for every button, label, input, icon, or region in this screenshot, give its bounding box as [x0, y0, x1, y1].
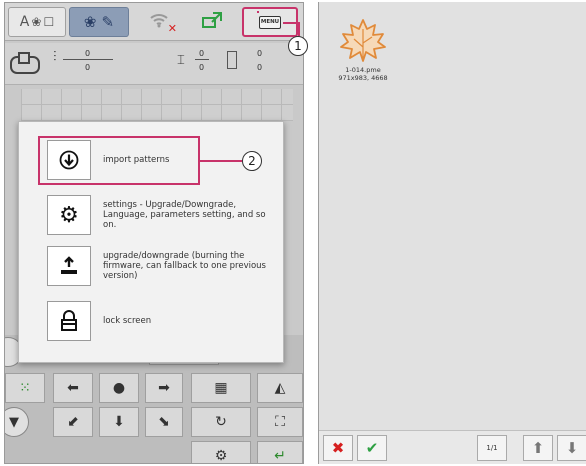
resize-button[interactable]: ⛶: [257, 407, 303, 437]
enter-icon: ↵: [274, 448, 286, 464]
embroidery-mode-button[interactable]: ❀ ✎: [69, 7, 129, 37]
page-indicator: 1/1: [477, 435, 507, 461]
frame-icon: ☐: [43, 15, 55, 29]
spool-divider: [195, 59, 209, 60]
spool-bottom-value: 0: [199, 63, 205, 72]
needle-top-value: 0: [85, 49, 91, 58]
rotate-button[interactable]: ↻: [191, 407, 251, 437]
enter-button[interactable]: ↵: [257, 441, 303, 464]
menu-item-label: settings - Upgrade/Downgrade, Language, …: [103, 200, 266, 230]
gear-icon: ⚙: [47, 195, 91, 235]
cancel-button[interactable]: ✖: [323, 435, 353, 461]
needle-divider: [63, 59, 113, 60]
menu-item-label: lock screen: [103, 316, 152, 326]
menu-icon: MENU: [259, 15, 281, 29]
arrow-down-left-icon: ⬋: [67, 414, 79, 430]
file-browser-screen: 1-014.pme 971x983, 4668 ✖ ✔ 1/1 ⬆ ⬇: [318, 2, 586, 464]
wifi-icon: ✕: [149, 12, 177, 35]
pattern-file-tile[interactable]: 1-014.pme 971x983, 4668: [335, 14, 391, 82]
machine-screen: A ❀ ☐ ❀ ✎ ✕ MENU ⫶ 0 0 ⌶ 0 0 0 0 ⁙ ⬅ ● ➡…: [4, 2, 304, 464]
maple-leaf-icon: [335, 14, 391, 66]
upload-icon: [47, 246, 91, 286]
flower-icon: ❀: [83, 13, 97, 31]
callout-2: 2: [242, 151, 262, 171]
transfer-button[interactable]: [189, 7, 235, 37]
arrow-down-icon: ⬇: [113, 414, 125, 430]
transfer-icon: [201, 11, 223, 33]
bobbin-icon: [227, 51, 237, 69]
presser-foot-icon: [9, 51, 43, 79]
menu-item-label: upgrade/downgrade (burning the firmware,…: [103, 251, 266, 281]
menu-item-upgrade-downgrade[interactable]: upgrade/downgrade (burning the firmware,…: [47, 246, 277, 286]
needle-icon: ⫶: [53, 49, 57, 65]
lock-icon: [47, 301, 91, 341]
arrow-up-icon: ⬆: [531, 439, 545, 457]
menu-item-lock-screen[interactable]: lock screen: [47, 301, 277, 341]
callout-1: 1: [288, 36, 308, 56]
menu-item-label: import patterns: [103, 155, 170, 165]
callout-1-connector-start: [257, 11, 259, 13]
file-gear-icon: ⚙: [214, 448, 228, 464]
flower-icon: ❀: [31, 15, 42, 29]
color-palette-button[interactable]: ▦: [191, 373, 251, 403]
resize-icon: ⛶: [275, 414, 285, 430]
confirm-button[interactable]: ✔: [357, 435, 387, 461]
color-grid-icon: ▦: [214, 380, 228, 396]
settings-file-button[interactable]: ⚙: [191, 441, 251, 464]
right-bottom-value: 0: [257, 63, 263, 72]
dot-icon: ●: [112, 380, 126, 396]
center-button[interactable]: ●: [99, 373, 139, 403]
right-top-value: 0: [257, 49, 263, 58]
mirror-icon: ◭: [274, 380, 286, 396]
hoop-grid: [21, 89, 293, 121]
rotate-icon: ↻: [215, 414, 227, 430]
pattern-file-name: 1-014.pme: [345, 66, 381, 74]
letter-a-icon: A: [19, 14, 30, 30]
page-up-button[interactable]: ⬆: [523, 435, 553, 461]
callout-1-line-v: [298, 22, 300, 36]
menu-item-settings[interactable]: ⚙ settings - Upgrade/Downgrade, Language…: [47, 195, 277, 235]
chevron-down-icon: ▼: [9, 414, 19, 430]
mirror-button[interactable]: ◭: [257, 373, 303, 403]
down-round-button[interactable]: ▼: [5, 407, 29, 437]
spool-icon: ⌶: [177, 53, 185, 68]
grid-dots-icon: ⁙: [19, 380, 31, 396]
grid-dots-button[interactable]: ⁙: [5, 373, 45, 403]
top-toolbar: A ❀ ☐ ❀ ✎ ✕ MENU: [5, 3, 303, 41]
download-circle-icon: [47, 140, 91, 180]
pattern-file-details: 971x983, 4668: [338, 74, 388, 82]
move-left-button[interactable]: ⬅: [53, 373, 93, 403]
move-down-button[interactable]: ⬇: [99, 407, 139, 437]
arrow-right-icon: ➡: [158, 380, 170, 396]
page-down-button[interactable]: ⬇: [557, 435, 586, 461]
wifi-status-button[interactable]: ✕: [137, 7, 181, 37]
arrow-left-icon: ⬅: [67, 380, 79, 396]
checkmark-icon: ✔: [365, 439, 379, 457]
move-right-button[interactable]: ➡: [145, 373, 183, 403]
move-down-right-button[interactable]: ⬊: [145, 407, 183, 437]
callout-2-line: [200, 160, 242, 162]
status-row: ⫶ 0 0 ⌶ 0 0 0 0: [5, 43, 303, 85]
pencil-icon: ✎: [101, 13, 115, 31]
disconnected-icon: ✕: [167, 22, 177, 35]
mode-selector-button[interactable]: A ❀ ☐: [8, 7, 66, 37]
arrow-down-icon: ⬇: [565, 439, 579, 457]
file-browser-toolbar: ✖ ✔ 1/1 ⬆ ⬇: [319, 430, 586, 464]
page-indicator-text: 1/1: [486, 444, 498, 452]
needle-bottom-value: 0: [85, 63, 91, 72]
close-icon: ✖: [331, 439, 345, 457]
spool-top-value: 0: [199, 49, 205, 58]
move-down-left-button[interactable]: ⬋: [53, 407, 93, 437]
arrow-down-right-icon: ⬊: [158, 414, 170, 430]
